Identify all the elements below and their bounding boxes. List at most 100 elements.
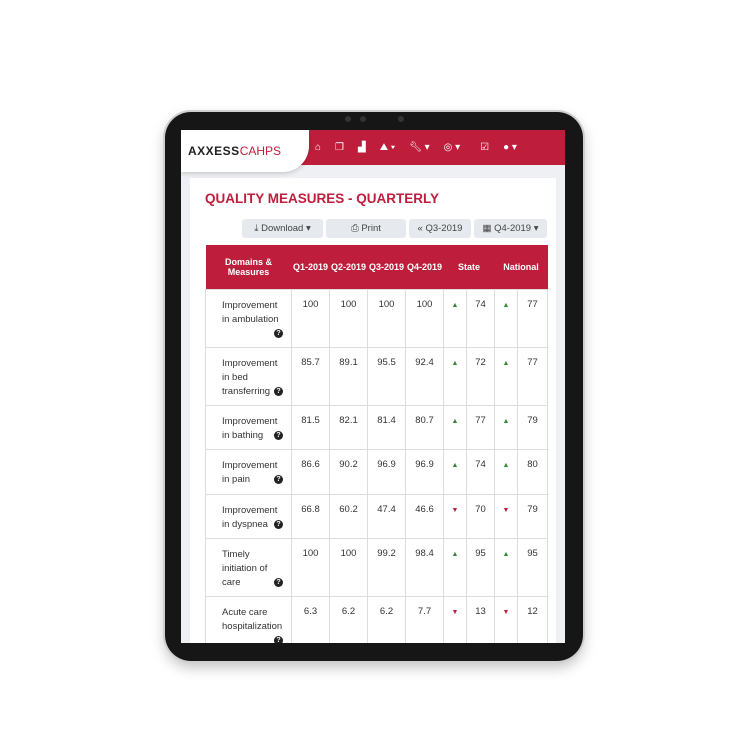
help-icon[interactable]: ? xyxy=(274,430,283,440)
logo-text: AXXESS xyxy=(188,144,240,158)
state-value: 74 xyxy=(465,288,496,348)
q3-value: 99.2 xyxy=(367,537,406,597)
q2-value: 60.2 xyxy=(329,493,368,539)
state-value: 72 xyxy=(465,346,496,406)
map-icon[interactable]: ⛰ ▾ xyxy=(380,142,395,153)
measure-cell: Improvement in bed transferring ? xyxy=(205,346,292,406)
caret-up-icon: ▲ xyxy=(502,301,510,309)
q1-value: 81.5 xyxy=(291,404,330,450)
national-value: 77 xyxy=(517,288,549,348)
camera-dot xyxy=(345,116,351,122)
q2-value: 100 xyxy=(329,537,368,597)
globe-icon[interactable]: ◎ ▾ xyxy=(444,142,461,153)
state-value: 70 xyxy=(465,493,496,539)
calendar-check-icon[interactable]: ☑ xyxy=(480,142,489,153)
table-row: Improvement in bathing ? 81.5 82.1 81.4 80.7… xyxy=(205,404,549,450)
calendar-icon: ▦ xyxy=(482,223,495,234)
national-value: 79 xyxy=(517,493,549,539)
user-icon[interactable]: ● ▾ xyxy=(503,142,517,153)
state-value: 74 xyxy=(465,448,496,495)
national-value: 79 xyxy=(517,404,549,450)
trend-cell: ▲ xyxy=(494,404,519,450)
help-icon[interactable]: ? xyxy=(274,474,283,484)
trend-cell: ▼ xyxy=(443,493,467,539)
national-value: 12 xyxy=(517,595,549,643)
measure-cell: Improvement in dyspnea ? xyxy=(205,493,292,539)
q4-value: 100 xyxy=(405,288,444,348)
q2-value: 89.1 xyxy=(329,346,368,406)
q3-value: 47.4 xyxy=(367,493,406,539)
previous-quarter-button[interactable]: « Q3-2019 xyxy=(409,219,471,238)
measure-cell: Improvement in bathing ? xyxy=(205,404,292,450)
print-button[interactable]: ⎙ Print xyxy=(326,219,406,238)
table-header: Domains & Measures Q1-2019 Q2-2019 Q3-20… xyxy=(205,245,548,289)
trend-cell: ▲ xyxy=(494,537,519,597)
header-state: State xyxy=(443,245,495,289)
caret-down-icon: ▼ xyxy=(451,506,459,514)
help-icon[interactable]: ? xyxy=(274,328,283,338)
trend-cell: ▲ xyxy=(494,288,519,348)
trend-cell: ▲ xyxy=(494,448,519,495)
q1-value: 86.6 xyxy=(291,448,330,495)
q4-value: 96.9 xyxy=(405,448,444,495)
table-row: Improvement in ambulation ? 100 100 100 100 ▲… xyxy=(205,288,549,348)
q4-value: 92.4 xyxy=(405,346,444,406)
header-domains: Domains & Measures xyxy=(205,245,292,289)
measure-name: Improvement in bed transferring xyxy=(222,357,278,397)
copy-icon[interactable]: ❐ xyxy=(335,142,344,153)
caret-up-icon: ▲ xyxy=(502,359,510,367)
caret-up-icon: ▲ xyxy=(451,461,459,469)
help-icon[interactable]: ? xyxy=(274,519,283,529)
state-value: 13 xyxy=(465,595,496,643)
measure-cell: Acute care hospitalization ? xyxy=(205,595,292,643)
q1-value: 66.8 xyxy=(291,493,330,539)
header-q4: Q4-2019 xyxy=(405,245,444,289)
help-icon[interactable]: ? xyxy=(274,386,283,396)
measures-table: Domains & Measures Q1-2019 Q2-2019 Q3-20… xyxy=(205,245,549,643)
trend-cell: ▼ xyxy=(494,493,519,539)
measure-cell: Timely initiation of care ? xyxy=(205,537,292,597)
measure-name: Improvement in bathing xyxy=(222,415,278,441)
trend-cell: ▲ xyxy=(443,448,467,495)
screen: ⌂ ❐ ▟ ⛰ ▾ 🔧︎ ▾ ◎ ▾ ☑ ● ▾ AXXESSCAHPS QUA… xyxy=(181,130,565,643)
trend-cell: ▲ xyxy=(443,404,467,450)
table-row: Acute care hospitalization ? 6.3 6.2 6.2 7.7… xyxy=(205,595,549,643)
double-chevron-left-icon: « xyxy=(417,223,426,234)
measure-cell: Improvement in ambulation ? xyxy=(205,288,292,348)
national-value: 95 xyxy=(517,537,549,597)
download-button[interactable]: ⤓ Download ▾ xyxy=(242,219,323,238)
help-icon[interactable]: ? xyxy=(274,577,283,587)
caret-up-icon: ▲ xyxy=(451,417,459,425)
header-q3: Q3-2019 xyxy=(367,245,406,289)
measure-name: Improvement in ambulation xyxy=(222,299,279,325)
measure-name: Improvement in dyspnea xyxy=(222,504,278,530)
camera-dot xyxy=(398,116,404,122)
trend-cell: ▲ xyxy=(443,346,467,406)
trend-cell: ▼ xyxy=(494,595,519,643)
caret-up-icon: ▲ xyxy=(451,359,459,367)
measure-name: Timely initiation of care xyxy=(222,548,268,588)
page-title: QUALITY MEASURES - QUARTERLY xyxy=(205,191,440,206)
table-row: Timely initiation of care ? 100 100 99.2 98.… xyxy=(205,537,549,597)
caret-up-icon: ▲ xyxy=(451,301,459,309)
logo[interactable]: AXXESSCAHPS xyxy=(181,130,309,172)
content-card: QUALITY MEASURES - QUARTERLY ⤓ Download … xyxy=(190,178,556,643)
chart-icon[interactable]: ▟ xyxy=(358,142,366,153)
home-icon[interactable]: ⌂ xyxy=(315,142,321,153)
logo-suffix: CAHPS xyxy=(239,144,282,158)
measure-cell: Improvement in pain ? xyxy=(205,448,292,495)
wrench-icon[interactable]: 🔧︎ ▾ xyxy=(409,142,430,153)
caret-up-icon: ▲ xyxy=(502,417,510,425)
header-q2: Q2-2019 xyxy=(329,245,368,289)
trend-cell: ▲ xyxy=(494,346,519,406)
camera-dot xyxy=(360,116,366,122)
trend-cell: ▼ xyxy=(443,595,467,643)
quarter-select[interactable]: ▦ Q4-2019 ▾ xyxy=(474,219,547,238)
caret-down-icon: ▼ xyxy=(502,506,510,514)
help-icon[interactable]: ? xyxy=(274,635,283,643)
q2-value: 90.2 xyxy=(329,448,368,495)
trend-cell: ▲ xyxy=(443,537,467,597)
table-row: Improvement in bed transferring ? 85.7 89.… xyxy=(205,346,549,406)
q4-value: 7.7 xyxy=(405,595,444,643)
q1-value: 100 xyxy=(291,537,330,597)
